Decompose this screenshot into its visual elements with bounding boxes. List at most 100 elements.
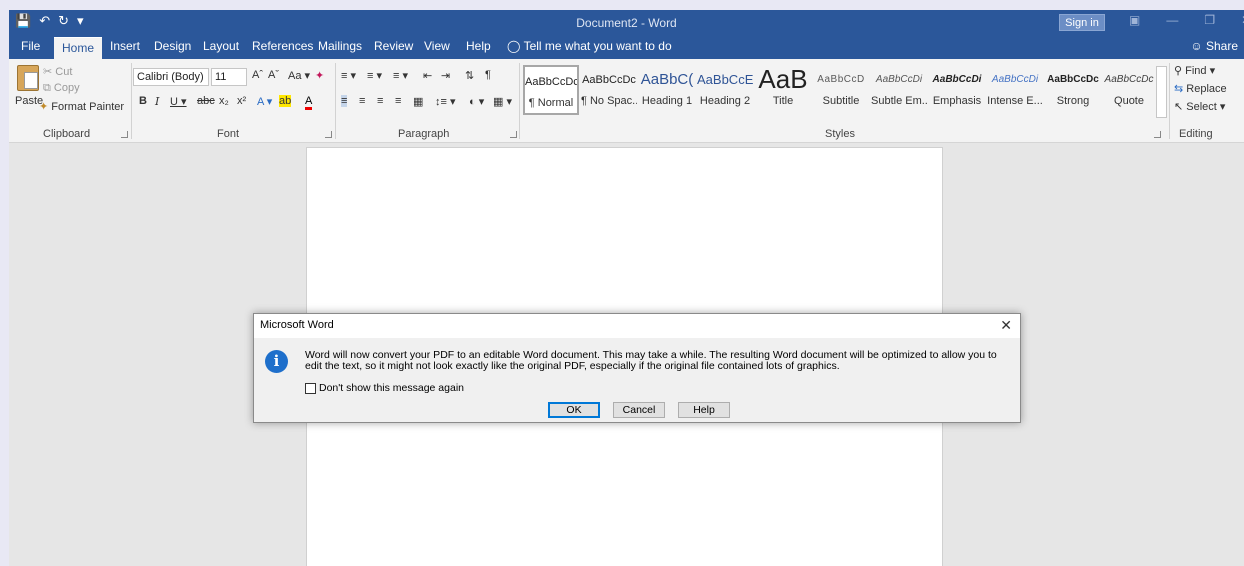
tab-insert[interactable]: Insert (110, 39, 140, 53)
line-spacing-icon[interactable]: ↕≡ ▾ (435, 95, 456, 108)
restore-icon[interactable]: ❐ (1204, 13, 1215, 27)
tab-mailings[interactable]: Mailings (318, 39, 362, 53)
cancel-button[interactable]: Cancel (613, 402, 665, 418)
align-left-icon[interactable]: ≡ (341, 95, 348, 107)
tab-references[interactable]: References (252, 39, 313, 53)
style-name: ¶ No Spac... (581, 95, 637, 107)
group-divider (1169, 63, 1170, 139)
borders-icon[interactable]: ▦ ▾ (493, 95, 512, 108)
replace-icon: ⇆ (1174, 83, 1184, 95)
share-label: Share (1205, 39, 1238, 53)
center-icon[interactable]: ≡ (359, 95, 365, 107)
font-color-icon[interactable]: A (305, 95, 313, 110)
format-painter-button[interactable]: ✦ Format Painter (39, 100, 124, 113)
group-divider (131, 63, 132, 139)
tab-home[interactable]: Home (54, 37, 103, 59)
find-button[interactable]: ⚲ Find ▾ (1174, 64, 1215, 77)
style-heading-1[interactable]: AaBbC( Heading 1 (639, 65, 695, 115)
align-right-icon[interactable]: ≡ (377, 95, 383, 107)
tab-view[interactable]: View (424, 39, 450, 53)
sign-in-button[interactable]: Sign in (1059, 14, 1105, 31)
grow-font-icon[interactable]: Aˆ (252, 69, 263, 81)
ok-button[interactable]: OK (548, 402, 600, 418)
left-border (0, 10, 9, 566)
minimize-icon[interactable]: — (1166, 13, 1178, 27)
text-effects-icon[interactable]: A ▾ (257, 95, 272, 108)
checkbox-box[interactable] (305, 382, 316, 394)
style-subtitle[interactable]: AaBbCcD Subtitle (813, 65, 869, 115)
copy-label: Copy (53, 82, 80, 94)
tab-design[interactable]: Design (154, 39, 191, 53)
ribbon-display-icon[interactable]: ▣ (1129, 13, 1140, 27)
style-quote[interactable]: AaBbCcDc Quote (1101, 65, 1157, 115)
info-icon: i (265, 350, 288, 373)
close-icon[interactable]: ✕ (1000, 317, 1012, 334)
select-label: Select (1186, 101, 1217, 113)
help-button[interactable]: Help (678, 402, 730, 418)
tell-me-box[interactable]: ◯ Tell me what you want to do (507, 39, 672, 53)
style-sample: AaBbCcDi (991, 74, 1039, 85)
style-sample: AaBbCcDi (875, 74, 923, 85)
bullets-icon[interactable]: ≡ ▾ (341, 69, 356, 82)
cut-label: Cut (55, 66, 73, 78)
style-emphasis[interactable]: AaBbCcDi Emphasis (929, 65, 985, 115)
paragraph-launcher-icon[interactable] (510, 131, 517, 138)
font-launcher-icon[interactable] (325, 131, 332, 138)
style-normal[interactable]: AaBbCcDc ¶ Normal (523, 65, 579, 115)
multilevel-list-icon[interactable]: ≡ ▾ (393, 69, 408, 82)
replace-label: Replace (1186, 83, 1227, 95)
dialog-message: Word will now convert your PDF to an edi… (305, 349, 997, 372)
search-icon: ⚲ (1174, 65, 1183, 77)
style-sample: AaBbCcDc (525, 76, 577, 88)
style-heading-2[interactable]: AaBbCcE Heading 2 (697, 65, 753, 115)
group-divider (335, 63, 336, 139)
subscript-icon[interactable]: x₂ (219, 95, 229, 107)
clipboard-launcher-icon[interactable] (121, 131, 128, 138)
styles-gallery-scroll[interactable] (1156, 66, 1167, 118)
italic-icon[interactable]: I (155, 95, 159, 108)
columns-icon[interactable]: ▦ (413, 95, 423, 108)
dont-show-again-checkbox[interactable]: Don't show this message again (305, 382, 464, 394)
style-strong[interactable]: AaBbCcDc Strong (1045, 65, 1101, 115)
change-case-button[interactable]: Aa ▾ (288, 69, 310, 82)
strikethrough-icon[interactable]: abc (197, 95, 215, 107)
increase-indent-icon[interactable]: ⇥ (441, 69, 450, 82)
style-sample: AaBbCcE (697, 72, 753, 87)
shading-icon[interactable]: ◐ ▾ (469, 95, 484, 108)
share-button[interactable]: ☺ Share (1190, 39, 1238, 53)
clear-formatting-icon[interactable]: ✦ (315, 69, 324, 82)
select-button[interactable]: ↖ Select ▾ (1174, 100, 1225, 113)
style-name: ¶ Normal (528, 97, 574, 109)
decrease-indent-icon[interactable]: ⇤ (423, 69, 432, 82)
group-divider (519, 63, 520, 139)
highlight-icon[interactable]: ab (279, 95, 292, 107)
bold-icon[interactable]: B (139, 95, 147, 107)
style-subtle-emphasis[interactable]: AaBbCcDi Subtle Em... (871, 65, 927, 115)
tab-file[interactable]: File (21, 39, 40, 53)
show-marks-icon[interactable]: ¶ (485, 69, 491, 81)
replace-button[interactable]: ⇆ Replace (1174, 82, 1227, 95)
cut-button[interactable]: ✂ Cut (43, 65, 72, 78)
superscript-icon[interactable]: x² (237, 95, 246, 107)
paste-icon[interactable] (17, 65, 39, 91)
style-intense-emphasis[interactable]: AaBbCcDi Intense E... (987, 65, 1043, 115)
font-name-select[interactable]: Calibri (Body) (133, 68, 209, 86)
style-title[interactable]: AaB Title (755, 65, 811, 115)
tab-layout[interactable]: Layout (203, 39, 239, 53)
copy-button[interactable]: ⧉ Copy (43, 82, 80, 95)
shrink-font-icon[interactable]: Aˇ (268, 69, 279, 81)
numbering-icon[interactable]: ≡ ▾ (367, 69, 382, 82)
font-size-select[interactable]: 11 (211, 68, 247, 86)
find-label: Find (1185, 65, 1207, 77)
change-case-label: Aa (288, 70, 302, 82)
tab-help[interactable]: Help (466, 39, 491, 53)
style-sample: AaBbCcDc (582, 74, 636, 86)
style-no-spacing[interactable]: AaBbCcDc ¶ No Spac... (581, 65, 637, 115)
styles-launcher-icon[interactable] (1154, 131, 1161, 138)
tab-review[interactable]: Review (374, 39, 413, 53)
brush-icon: ✦ (39, 101, 49, 113)
style-name: Heading 1 (641, 95, 693, 107)
underline-icon[interactable]: U ▾ (170, 95, 187, 108)
sort-icon[interactable]: ⇅ (465, 69, 474, 82)
justify-icon[interactable]: ≡ (395, 95, 401, 107)
